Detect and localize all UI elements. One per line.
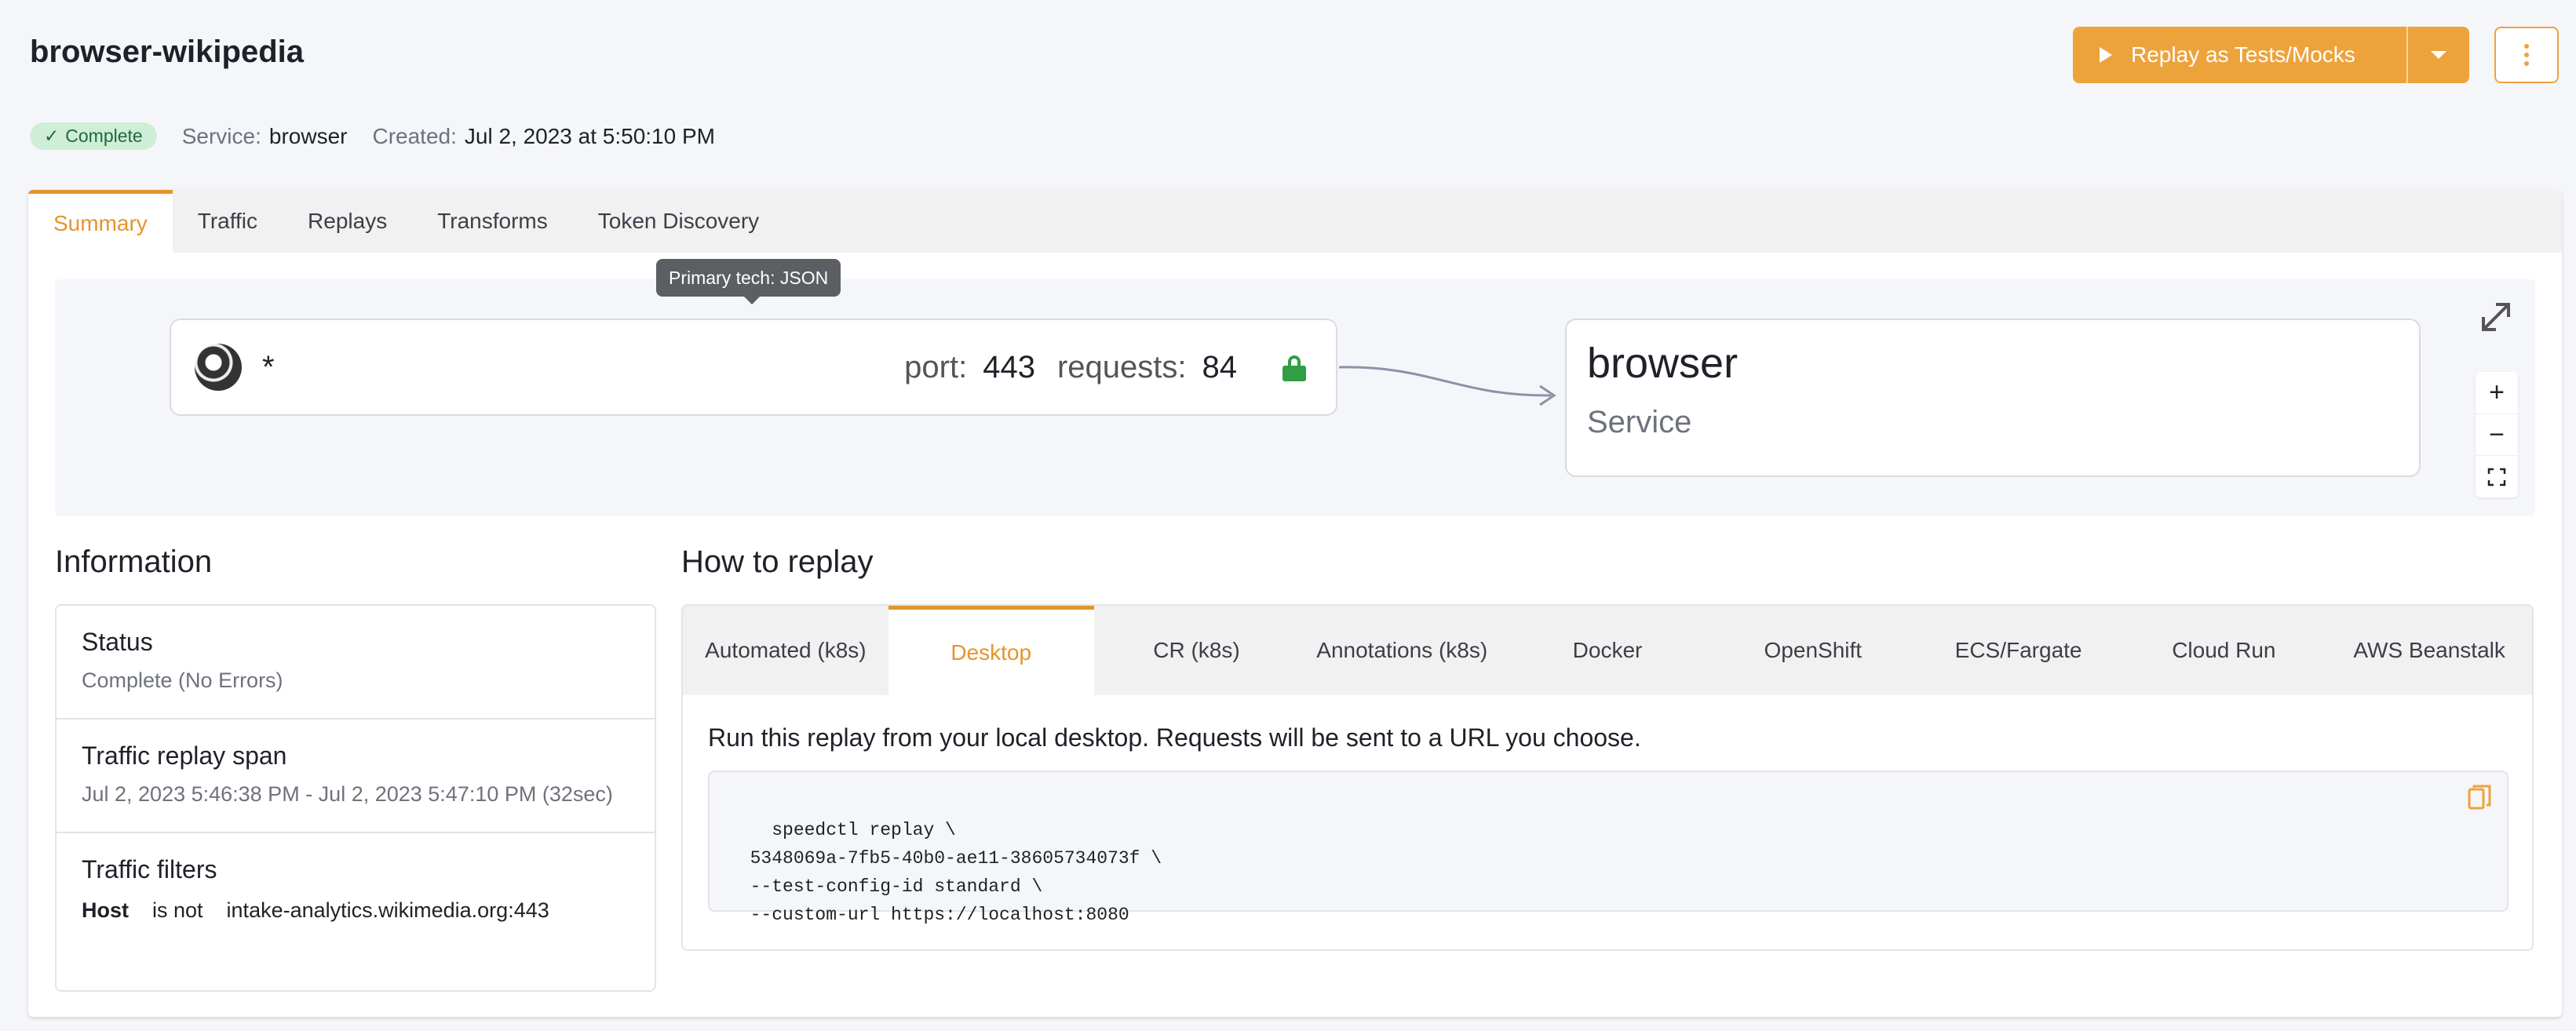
howto-description: Run this replay from your local desktop.…	[708, 723, 1641, 752]
tab-automated-k8s[interactable]: Automated (k8s)	[683, 606, 888, 695]
expand-icon[interactable]	[2477, 298, 2515, 336]
primary-tech-tooltip: Primary tech: JSON	[656, 259, 841, 297]
code-block[interactable]: speedctl replay \ 5348069a-7fb5-40b0-ae1…	[708, 771, 2508, 925]
span-row: Traffic replay span Jul 2, 2023 5:46:38 …	[57, 720, 655, 833]
tab-cr-k8s[interactable]: CR (k8s)	[1094, 606, 1300, 695]
service-node-type: Service	[1587, 405, 1692, 439]
tab-summary[interactable]: Summary	[28, 190, 173, 253]
play-icon	[2100, 47, 2112, 63]
fit-view-icon	[2487, 468, 2506, 486]
status-value: Complete (No Errors)	[82, 669, 283, 692]
zoom-in-button[interactable]: +	[2476, 372, 2518, 414]
requests-value: 84	[1202, 349, 1238, 384]
tab-traffic[interactable]: Traffic	[173, 190, 283, 253]
status-badge-label: Complete	[65, 126, 143, 146]
source-host: *	[262, 349, 275, 384]
lock-icon	[1283, 355, 1306, 381]
connection-edge	[1339, 366, 1556, 406]
tab-openshift[interactable]: OpenShift	[1710, 606, 1916, 695]
status-label: Status	[82, 628, 153, 656]
howto-tab-bar: Automated (k8s) Desktop CR (k8s) Annotat…	[683, 606, 2532, 695]
tab-ecs-fargate[interactable]: ECS/Fargate	[1916, 606, 2122, 695]
service-node-name: browser	[1587, 340, 1739, 387]
tab-transforms[interactable]: Transforms	[412, 190, 573, 253]
source-node-stats: port: 443 requests: 84	[904, 350, 1312, 385]
howto-card: Automated (k8s) Desktop CR (k8s) Annotat…	[681, 604, 2534, 951]
filter-rule: Host is not intake-analytics.wikimedia.o…	[82, 898, 629, 923]
replay-button-label: Replay as Tests/Mocks	[2131, 42, 2355, 67]
service-value: browser	[268, 123, 348, 148]
tab-aws-beanstalk[interactable]: AWS Beanstalk	[2326, 606, 2532, 695]
information-card: Status Complete (No Errors) Traffic repl…	[55, 604, 656, 992]
zoom-controls: + −	[2476, 372, 2518, 497]
filter-operator: is not	[152, 898, 203, 922]
tab-bar: Summary Traffic Replays Transforms Token…	[28, 190, 2562, 253]
information-title: Information	[55, 545, 213, 579]
replay-as-tests-button[interactable]: Replay as Tests/Mocks	[2073, 27, 2406, 83]
service-node[interactable]: browser Service	[1565, 319, 2421, 477]
check-icon: ✓	[44, 126, 60, 146]
page-title: browser-wikipedia	[30, 35, 304, 69]
replay-button-group: Replay as Tests/Mocks	[2073, 27, 2469, 83]
json-icon	[195, 344, 242, 391]
tooltip-arrow	[744, 297, 760, 304]
tab-annotations-k8s[interactable]: Annotations (k8s)	[1299, 606, 1505, 695]
filter-key: Host	[82, 898, 129, 922]
created-value: Jul 2, 2023 at 5:50:10 PM	[464, 123, 715, 148]
tab-replays[interactable]: Replays	[283, 190, 412, 253]
tab-docker[interactable]: Docker	[1505, 606, 1710, 695]
filter-value: intake-analytics.wikimedia.org:443	[226, 898, 549, 922]
created-label: Created:	[372, 123, 457, 148]
fit-view-button[interactable]	[2476, 456, 2518, 497]
meta-row: ✓ Complete Service: browser Created: Jul…	[30, 122, 740, 150]
code-text: speedctl replay \ 5348069a-7fb5-40b0-ae1…	[750, 820, 1162, 925]
kebab-dot-icon	[2524, 53, 2529, 57]
source-node[interactable]: * port: 443 requests: 84	[170, 319, 1337, 416]
tab-token-discovery[interactable]: Token Discovery	[573, 190, 784, 253]
port-value: 443	[983, 349, 1035, 384]
tab-cloud-run[interactable]: Cloud Run	[2121, 606, 2326, 695]
span-value: Jul 2, 2023 5:46:38 PM - Jul 2, 2023 5:4…	[82, 782, 613, 806]
filters-row: Traffic filters Host is not intake-analy…	[57, 833, 655, 945]
copy-icon[interactable]	[2468, 785, 2491, 811]
replay-options-dropdown[interactable]	[2406, 27, 2469, 83]
more-options-button[interactable]	[2494, 27, 2559, 83]
howto-title: How to replay	[681, 545, 874, 579]
kebab-dot-icon	[2524, 44, 2529, 49]
kebab-dot-icon	[2524, 61, 2529, 66]
port-label: port:	[904, 349, 968, 384]
chevron-down-icon	[2431, 51, 2446, 59]
service-label: Service:	[181, 123, 261, 148]
status-badge: ✓ Complete	[30, 122, 157, 150]
zoom-out-button[interactable]: −	[2476, 414, 2518, 457]
status-row: Status Complete (No Errors)	[57, 606, 655, 720]
requests-label: requests:	[1056, 349, 1187, 384]
filters-label: Traffic filters	[82, 855, 217, 883]
span-label: Traffic replay span	[82, 741, 287, 770]
tab-desktop[interactable]: Desktop	[888, 606, 1094, 695]
